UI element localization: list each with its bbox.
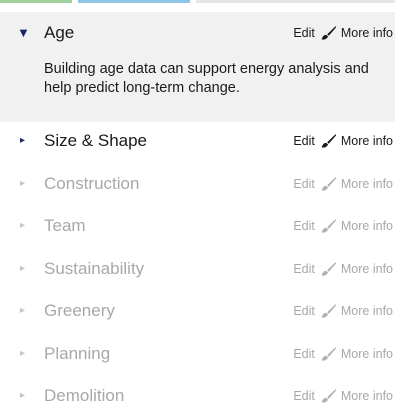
section-label: Sustainability (44, 259, 145, 278)
more-info-link[interactable]: More info (341, 389, 393, 403)
edit-link[interactable]: Edit (293, 219, 315, 233)
section-header-demolition[interactable]: ▸ Demolition Edit More info (0, 381, 395, 407)
section-header-team[interactable]: ▸ Team Edit More info (0, 211, 395, 241)
tab-segment-blue[interactable] (78, 0, 190, 3)
section-header-greenery[interactable]: ▸ Greenery Edit More info (0, 296, 395, 326)
more-info-link[interactable]: More info (341, 134, 393, 148)
section-header-size-shape[interactable]: ▸ Size & Shape Edit More info (0, 126, 395, 156)
paintbrush-icon[interactable] (319, 25, 337, 41)
more-info-link[interactable]: More info (341, 347, 393, 361)
caret-right-icon[interactable]: ▸ (20, 296, 25, 326)
edit-link[interactable]: Edit (293, 262, 315, 276)
section-label: Planning (44, 344, 111, 363)
more-info-link[interactable]: More info (341, 262, 393, 276)
paintbrush-icon[interactable] (319, 133, 337, 149)
paintbrush-icon[interactable] (319, 388, 337, 404)
section-actions: Edit More info (293, 211, 393, 241)
tab-segment-gray[interactable] (196, 0, 395, 3)
section-label: Team (44, 216, 86, 235)
caret-right-icon[interactable]: ▸ (20, 126, 25, 156)
section-description: Building age data can support energy ana… (44, 61, 369, 96)
category-panel: ▼ Age Edit More info Building age data c… (0, 0, 395, 407)
section-header-planning[interactable]: ▸ Planning Edit More info (0, 339, 395, 369)
section-header-sustainability[interactable]: ▸ Sustainability Edit More info (0, 254, 395, 284)
edit-link[interactable]: Edit (293, 134, 315, 148)
section-header-construction[interactable]: ▸ Construction Edit More info (0, 169, 395, 199)
section-actions: Edit More info (293, 126, 393, 156)
caret-right-icon[interactable]: ▸ (20, 254, 25, 284)
caret-right-icon[interactable]: ▸ (20, 211, 25, 241)
edit-link[interactable]: Edit (293, 304, 315, 318)
more-info-link[interactable]: More info (341, 26, 393, 40)
section-header-age[interactable]: ▼ Age Edit More info (0, 18, 395, 48)
edit-link[interactable]: Edit (293, 389, 315, 403)
edit-link[interactable]: Edit (293, 177, 315, 191)
section-age-expanded: ▼ Age Edit More info Building age data c… (0, 12, 395, 122)
section-actions: Edit More info (293, 169, 393, 199)
section-actions: Edit More info (293, 254, 393, 284)
section-label: Construction (44, 174, 140, 193)
section-label: Greenery (44, 301, 115, 320)
paintbrush-icon[interactable] (319, 261, 337, 277)
edit-link[interactable]: Edit (293, 26, 315, 40)
section-actions: Edit More info (293, 381, 393, 407)
caret-down-icon[interactable]: ▼ (17, 18, 30, 48)
edit-link[interactable]: Edit (293, 347, 315, 361)
more-info-link[interactable]: More info (341, 304, 393, 318)
section-actions: Edit More info (293, 18, 393, 48)
paintbrush-icon[interactable] (319, 218, 337, 234)
paintbrush-icon[interactable] (319, 346, 337, 362)
more-info-link[interactable]: More info (341, 177, 393, 191)
paintbrush-icon[interactable] (319, 303, 337, 319)
caret-right-icon[interactable]: ▸ (20, 339, 25, 369)
caret-right-icon[interactable]: ▸ (20, 381, 25, 407)
more-info-link[interactable]: More info (341, 219, 393, 233)
section-label: Demolition (44, 386, 125, 405)
top-tab-strip (0, 0, 395, 6)
section-label: Age (44, 23, 75, 42)
paintbrush-icon[interactable] (319, 176, 337, 192)
caret-right-icon[interactable]: ▸ (20, 169, 25, 199)
tab-segment-green[interactable] (0, 0, 72, 3)
section-actions: Edit More info (293, 296, 393, 326)
section-label: Size & Shape (44, 131, 148, 150)
section-actions: Edit More info (293, 339, 393, 369)
